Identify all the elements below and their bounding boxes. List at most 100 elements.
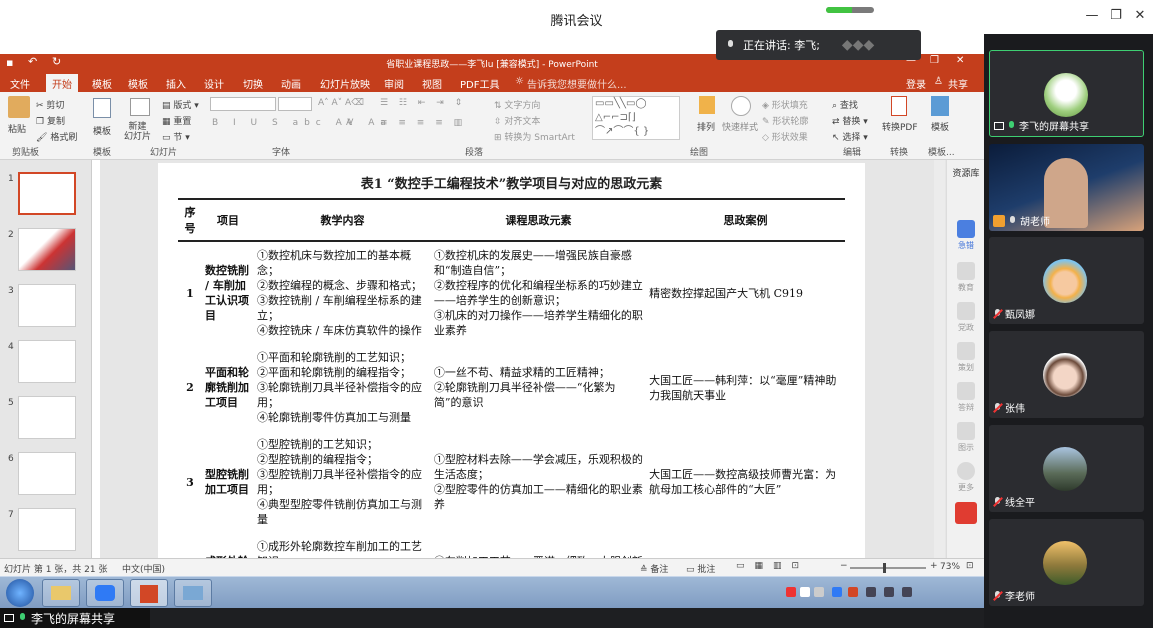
tab-slideshow[interactable]: 幻灯片放映 — [320, 76, 370, 91]
tray-icon[interactable] — [902, 587, 912, 597]
font-size-input[interactable] — [278, 97, 312, 111]
list-buttons[interactable]: ☰ ☷ ⇤ ⇥ ⇕ — [380, 98, 466, 108]
tab-insert[interactable]: 插入 — [166, 76, 186, 91]
tab-home[interactable]: 开始 — [46, 74, 78, 92]
arrange-icon[interactable] — [699, 96, 715, 114]
arrange-button[interactable]: 排列 — [697, 120, 715, 133]
tencent-meeting-taskbar-button[interactable] — [86, 579, 124, 607]
replace-button[interactable]: ⇄ 替换 ▾ — [832, 114, 868, 127]
font-grow-icon[interactable]: A˄ A˅ A⌫ — [318, 98, 364, 108]
close-button[interactable]: ✕ — [1130, 8, 1150, 26]
section-button[interactable]: ▭ 节 ▾ — [162, 130, 190, 143]
ppt-restore-button[interactable]: ❐ — [930, 55, 939, 66]
slide-thumb-1[interactable] — [18, 172, 76, 215]
layout-button[interactable]: ▤ 版式 ▾ — [162, 98, 199, 111]
slide-thumb-3[interactable] — [18, 284, 76, 327]
template2-button[interactable]: 模板 — [931, 120, 949, 133]
format-painter-button[interactable]: 🖌 格式刷 — [36, 130, 77, 143]
resource-party[interactable]: 党政 — [949, 302, 983, 333]
participant-tile[interactable]: 李老师 — [989, 519, 1144, 606]
zoom-out-button[interactable]: − — [840, 561, 848, 571]
view-buttons[interactable]: ▭▦▥⊡ — [736, 561, 809, 571]
notes-button[interactable]: ≙ 备注 — [640, 562, 668, 575]
slide-thumb-6[interactable] — [18, 452, 76, 495]
resource-diagrams[interactable]: 图示 — [949, 422, 983, 453]
resource-defense[interactable]: 答辩 — [949, 382, 983, 413]
convert-pdf-button[interactable]: 转换PDF — [882, 120, 918, 133]
explorer-taskbar-button[interactable] — [42, 579, 80, 607]
slide-thumb-4[interactable] — [18, 340, 76, 383]
tab-pdf-tools[interactable]: PDF工具 — [460, 76, 499, 91]
quick-styles-icon[interactable] — [731, 96, 751, 116]
text-direction-button[interactable]: ⇅ 文字方向 — [494, 98, 540, 111]
resource-education[interactable]: 教育 — [949, 262, 983, 293]
smartart-button[interactable]: ⊞ 转换为 SmartArt — [494, 130, 575, 143]
slide-thumb-2[interactable] — [18, 228, 76, 271]
paste-button[interactable]: 粘贴 — [8, 122, 26, 135]
shapes-gallery[interactable]: ▭▭╲╲▭◯ △⌐⌐⊐⌈⌋ ⌒↗⌒⌒{ } — [592, 96, 680, 140]
tab-view[interactable]: 视图 — [422, 76, 442, 91]
tab-template-2[interactable]: 模板 — [128, 76, 148, 91]
tab-file[interactable]: 文件 — [10, 76, 30, 91]
powerpoint-taskbar-button[interactable] — [130, 579, 168, 607]
resource-more[interactable]: 更多 — [949, 462, 983, 493]
new-slide-icon[interactable] — [130, 98, 150, 116]
login-link[interactable]: 登录 — [906, 76, 926, 91]
participant-tile[interactable]: 甄凤娜 — [989, 237, 1144, 324]
vertical-scrollbar[interactable] — [934, 160, 945, 558]
zoom-thumb[interactable] — [883, 563, 887, 573]
select-button[interactable]: ↖ 选择 ▾ — [832, 130, 868, 143]
participant-tile[interactable]: 李飞的屏幕共享 — [989, 50, 1144, 137]
reset-button[interactable]: ▦ 重置 — [162, 114, 191, 127]
tray-icon[interactable] — [800, 587, 810, 597]
start-button[interactable] — [6, 579, 34, 607]
zoom-slider[interactable] — [850, 563, 926, 573]
tab-design[interactable]: 设计 — [204, 76, 224, 91]
slide-thumb-7[interactable] — [18, 508, 76, 551]
network-icon[interactable] — [866, 587, 876, 597]
pdf-icon[interactable] — [891, 96, 907, 116]
participant-tile[interactable]: 张伟 — [989, 331, 1144, 418]
red-envelope-icon[interactable] — [949, 502, 983, 526]
share-button[interactable]: 共享 — [948, 76, 968, 91]
tray-icon[interactable] — [814, 587, 824, 597]
template-icon[interactable] — [93, 98, 111, 118]
paste-icon[interactable] — [8, 96, 30, 118]
template-button[interactable]: 模板 — [93, 124, 111, 137]
comments-button[interactable]: ▭ 批注 — [686, 562, 715, 575]
tray-meeting-icon[interactable] — [832, 587, 842, 597]
quick-styles-button[interactable]: 快速样式 — [722, 120, 758, 133]
volume-icon[interactable] — [884, 587, 894, 597]
maximize-button[interactable]: ❐ — [1106, 8, 1126, 26]
shape-outline-button[interactable]: ✎ 形状轮廓 — [762, 114, 808, 127]
tray-sogou-icon[interactable] — [786, 587, 796, 597]
shape-effects-button[interactable]: ◇ 形状效果 — [762, 130, 808, 143]
font-color-icon[interactable]: A — [346, 118, 352, 128]
align-buttons[interactable]: ≡ ≡ ≡ ≡ ▥ — [380, 118, 466, 128]
copy-button[interactable]: ❐ 复制 — [36, 114, 65, 127]
tab-animations[interactable]: 动画 — [281, 76, 301, 91]
cut-button[interactable]: ✂ 剪切 — [36, 98, 64, 111]
new-slide-button[interactable]: 新建 幻灯片 — [124, 122, 151, 142]
template2-icon[interactable] — [931, 96, 949, 116]
find-button[interactable]: ⌕ 查找 — [832, 98, 858, 111]
align-text-button[interactable]: ⇳ 对齐文本 — [494, 114, 540, 127]
tab-transitions[interactable]: 切换 — [243, 76, 263, 91]
slide-canvas[interactable]: 表1 “数控手工编程技术”教学项目与对应的思政元素 序号 项目 教学内容 课程思… — [158, 163, 865, 558]
image-viewer-taskbar-button[interactable] — [174, 579, 212, 607]
font-style-buttons[interactable]: B I U S abc AV Aa — [212, 118, 392, 128]
resource-planning[interactable]: 策划 — [949, 342, 983, 373]
tell-me-box[interactable]: 告诉我您想要做什么... — [527, 76, 627, 91]
participant-tile[interactable]: 胡老师 — [989, 144, 1144, 231]
font-name-input[interactable] — [210, 97, 276, 111]
tab-review[interactable]: 审阅 — [384, 76, 404, 91]
resource-errors[interactable]: 急错 — [949, 220, 983, 251]
slide-thumb-5[interactable] — [18, 396, 76, 439]
tab-template-1[interactable]: 模板 — [92, 76, 112, 91]
tray-icon[interactable] — [848, 587, 858, 597]
shape-fill-button[interactable]: ◈ 形状填充 — [762, 98, 808, 111]
fit-slide-icon[interactable]: ⊡ — [966, 561, 974, 571]
ppt-close-button[interactable]: ✕ — [956, 55, 964, 66]
minimize-button[interactable]: — — [1082, 8, 1102, 26]
participant-tile[interactable]: 线全平 — [989, 425, 1144, 512]
